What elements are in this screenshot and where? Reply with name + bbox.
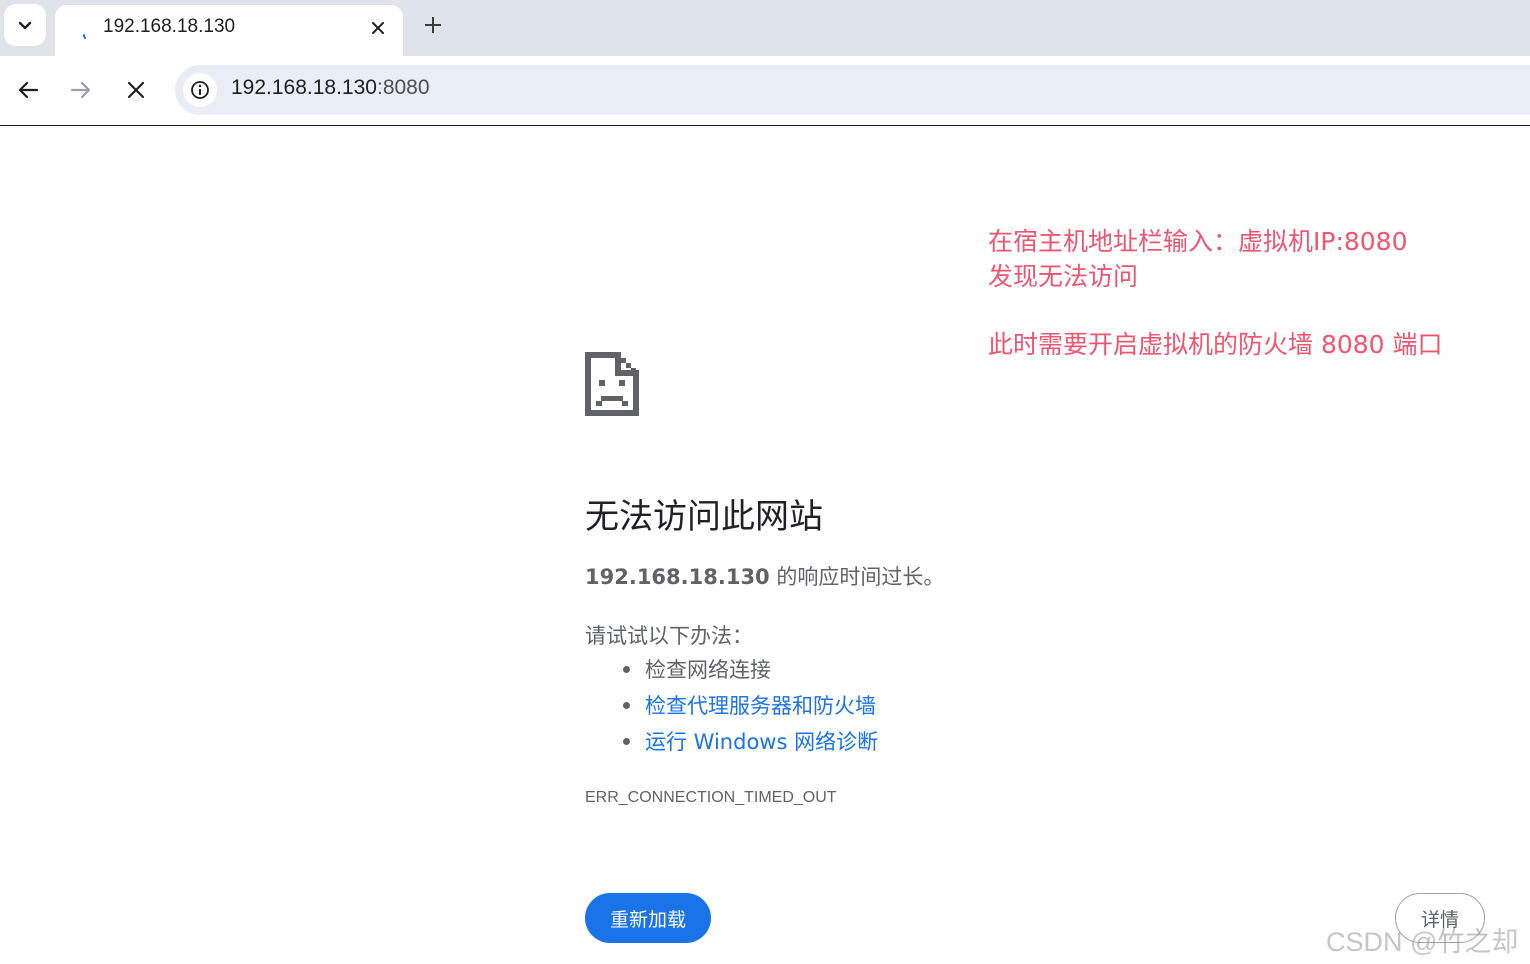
new-tab-button[interactable] <box>418 10 448 40</box>
active-tab[interactable]: 192.168.18.130 <box>55 5 403 56</box>
loading-spinner-icon <box>83 34 86 39</box>
suggestion-check-network: 检查网络连接 <box>620 652 878 688</box>
error-description: 192.168.18.130 的响应时间过长。 <box>585 561 944 591</box>
address-bar[interactable]: 192.168.18.130:8080 <box>175 65 1530 115</box>
suggestion-list: 检查网络连接 检查代理服务器和防火墙 运行 Windows 网络诊断 <box>620 652 878 760</box>
tab-close-icon <box>372 22 384 34</box>
tab-search-icon <box>18 21 32 30</box>
stop-loading-icon <box>127 81 145 99</box>
error-desc-suffix: 的响应时间过长。 <box>769 565 945 589</box>
error-host: 192.168.18.130 <box>585 565 770 589</box>
watermark: CSDN @竹之却 <box>1326 927 1519 957</box>
tab-title: 192.168.18.130 <box>103 16 236 37</box>
annotation-line-1: 在宿主机地址栏输入：虚拟机IP:8080 <box>988 227 1408 256</box>
annotation-line-2: 发现无法访问 <box>988 262 1139 291</box>
error-code: ERR_CONNECTION_TIMED_OUT <box>585 789 837 806</box>
reload-button[interactable]: 重新加载 <box>585 893 711 943</box>
url-host: 192.168.18.130 <box>231 76 377 99</box>
site-info-icon <box>191 81 209 99</box>
tab-strip: 192.168.18.130 <box>0 0 1530 56</box>
forward-button[interactable] <box>64 73 98 107</box>
browser-toolbar: 192.168.18.130:8080 <box>0 56 1530 126</box>
site-info-button[interactable] <box>183 73 217 107</box>
try-label: 请试试以下办法： <box>585 624 753 648</box>
url-port: :8080 <box>376 76 430 99</box>
forward-arrow-icon <box>70 81 91 99</box>
stop-button[interactable] <box>119 73 153 107</box>
back-arrow-icon <box>18 81 39 99</box>
tab-close-button[interactable] <box>367 17 389 39</box>
suggestion-check-proxy-firewall-link[interactable]: 检查代理服务器和防火墙 <box>620 688 878 724</box>
error-title: 无法访问此网站 <box>585 497 823 537</box>
annotation-line-3: 此时需要开启虚拟机的防火墙 8080 端口 <box>988 330 1443 359</box>
suggestion-run-diagnostics-link[interactable]: 运行 Windows 网络诊断 <box>620 724 878 760</box>
new-tab-icon <box>425 17 441 33</box>
address-text: 192.168.18.130:8080 <box>231 76 430 100</box>
sad-document-icon <box>585 352 639 416</box>
back-button[interactable] <box>11 73 45 107</box>
tab-search-button[interactable] <box>4 4 46 46</box>
